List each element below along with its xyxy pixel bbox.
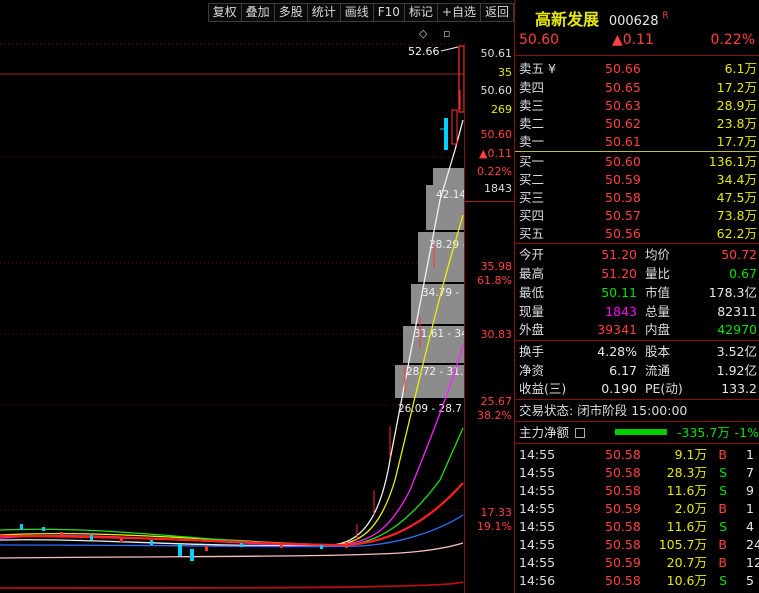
- candle: [178, 544, 182, 556]
- candle: [150, 540, 153, 545]
- candle: [42, 527, 45, 531]
- tick-row: 14:55 50.58 9.1万 B 1: [519, 447, 754, 462]
- dropdown-icon: ▫: [443, 27, 450, 40]
- diamond-icon: ◇: [419, 27, 428, 40]
- ask-row-4: 卖四 50.65 17.2万: [519, 80, 757, 95]
- stat-row: 现量 1843 总量 82311: [519, 304, 757, 319]
- volume-profile: [395, 168, 464, 398]
- candle: [205, 546, 208, 551]
- ask-label: 卖五 ¥: [519, 61, 556, 76]
- candle: [320, 545, 323, 549]
- bid-row-2: 买二 50.59 34.4万: [519, 172, 757, 187]
- price-change: ▲0.11: [612, 32, 654, 48]
- stock-header[interactable]: 高新发展 000628 R: [535, 6, 669, 30]
- stat-row: 外盘 39341 内盘 42970: [519, 322, 757, 337]
- high-marker-arrow: [440, 46, 459, 52]
- candle: [280, 544, 283, 548]
- stat-row: 今开 51.20 均价 50.72: [519, 247, 757, 262]
- candle: [451, 109, 458, 145]
- axis-divider: [465, 201, 514, 202]
- candle: [60, 532, 63, 537]
- fib-price: 25.67: [480, 395, 513, 408]
- fib-pct: 38.2%: [477, 409, 512, 422]
- fib-price: 30.83: [480, 328, 513, 341]
- ma-line-yellow: [0, 214, 464, 546]
- last-price: 50.60: [519, 32, 560, 48]
- tick-row: 14:55 50.59 2.0万 B 1: [519, 501, 754, 516]
- axis-label-change: ▲0.11: [479, 147, 512, 160]
- axis-label-volume: 269: [491, 103, 512, 116]
- vp-label: 26.09 - 28.7: [398, 403, 462, 415]
- stock-name: 高新发展: [535, 10, 600, 29]
- ma-line-magenta: [0, 344, 464, 546]
- stat-row: 最高 51.20 量比 0.67: [519, 266, 757, 281]
- price-axis: 50.61 35 50.60 269 50.60 ▲0.11 0.22% 184…: [464, 44, 514, 593]
- price-pct: 0.22%: [710, 32, 755, 48]
- fib-price: 35.98: [480, 260, 513, 273]
- bid-row-5: 买五 50.56 62.2万: [519, 226, 757, 241]
- candlestick-plot[interactable]: 42.14 38.29 - 34.79 - 31.61 - 34 28.72 -…: [0, 0, 464, 593]
- axis-label-price: 50.61: [480, 47, 513, 60]
- fib-pct: 61.8%: [477, 274, 512, 287]
- main-flow-row[interactable]: 主力净额 -335.7万 -1%: [519, 423, 759, 442]
- stat-row: 净资 6.17 流通 1.92亿: [519, 363, 757, 378]
- candle: [240, 543, 243, 547]
- tick-row: 14:55 50.58 105.7万 B 24: [519, 537, 759, 552]
- axis-label-pct: 0.22%: [477, 165, 512, 178]
- stat-row: 收益(三) 0.190 PE(动) 133.2: [519, 381, 757, 396]
- stat-row: 换手 4.28% 股本 3.52亿: [519, 344, 757, 359]
- candle: [90, 535, 93, 540]
- axis-label-price: 50.60: [480, 84, 513, 97]
- price-summary: 50.60 ▲0.11 0.22%: [519, 31, 759, 50]
- ask-row-3: 卖三 50.63 28.9万: [519, 98, 757, 113]
- list-icon: [575, 428, 585, 438]
- axis-label-volume: 1843: [484, 182, 512, 195]
- ask-row-5: 卖五 ¥50.66 6.1万: [519, 61, 757, 76]
- main-flow-value: -335.7万: [677, 425, 730, 440]
- tick-row: 14:56 50.58 10.6万 S 5: [519, 573, 754, 588]
- bid-row-4: 买四 50.57 73.8万: [519, 208, 757, 223]
- margin-badge: R: [662, 11, 669, 21]
- main-flow-label: 主力净额: [519, 425, 570, 440]
- candle: [190, 549, 194, 561]
- bid-row-3: 买三 50.58 47.5万: [519, 190, 757, 205]
- vp-label: 31.61 - 34: [414, 328, 464, 340]
- stat-row: 最低 50.11 市值 178.3亿: [519, 285, 757, 300]
- fib-pct: 19.1%: [477, 520, 512, 533]
- tick-row: 14:55 50.58 11.6万 S 9: [519, 483, 754, 498]
- ask-row-2: 卖二 50.62 23.8万: [519, 116, 757, 131]
- candle: [444, 118, 448, 150]
- back-button[interactable]: 返回: [479, 3, 514, 22]
- ma-line-white: [0, 119, 464, 547]
- axis-label-price: 50.60: [480, 128, 513, 141]
- ma-line-darkred: [0, 581, 464, 589]
- main-flow-pct: -1%: [734, 425, 759, 440]
- flow-bar: [615, 429, 667, 435]
- quote-panel: 高新发展 000628 R 50.60 ▲0.11 0.22% 卖五 ¥50.6…: [514, 0, 759, 593]
- axis-label-volume: 35: [498, 66, 512, 79]
- kline-chart-area[interactable]: 复权 叠加 多股 统计 画线 F10 标记 +自选 返回 42.14 38.29…: [0, 0, 514, 593]
- tick-row: 14:55 50.59 20.7万 B 12: [519, 555, 759, 570]
- fib-price: 17.33: [480, 506, 513, 519]
- candle: [120, 538, 123, 542]
- trade-status: 交易状态: 闭市阶段 15:00:00: [519, 403, 688, 418]
- ma-line-red: [0, 482, 464, 547]
- high-marker-label: 52.66: [408, 45, 440, 58]
- candle: [345, 542, 348, 548]
- ask-row-1: 卖一 50.61 17.7万: [519, 134, 757, 149]
- candle: [20, 524, 23, 530]
- tick-row: 14:55 50.58 28.3万 S 7: [519, 465, 754, 480]
- stock-code: 000628: [608, 14, 659, 29]
- tick-row: 14:55 50.58 11.6万 S 4: [519, 519, 754, 534]
- bid-row-1: 买一 50.60 136.1万: [519, 154, 757, 169]
